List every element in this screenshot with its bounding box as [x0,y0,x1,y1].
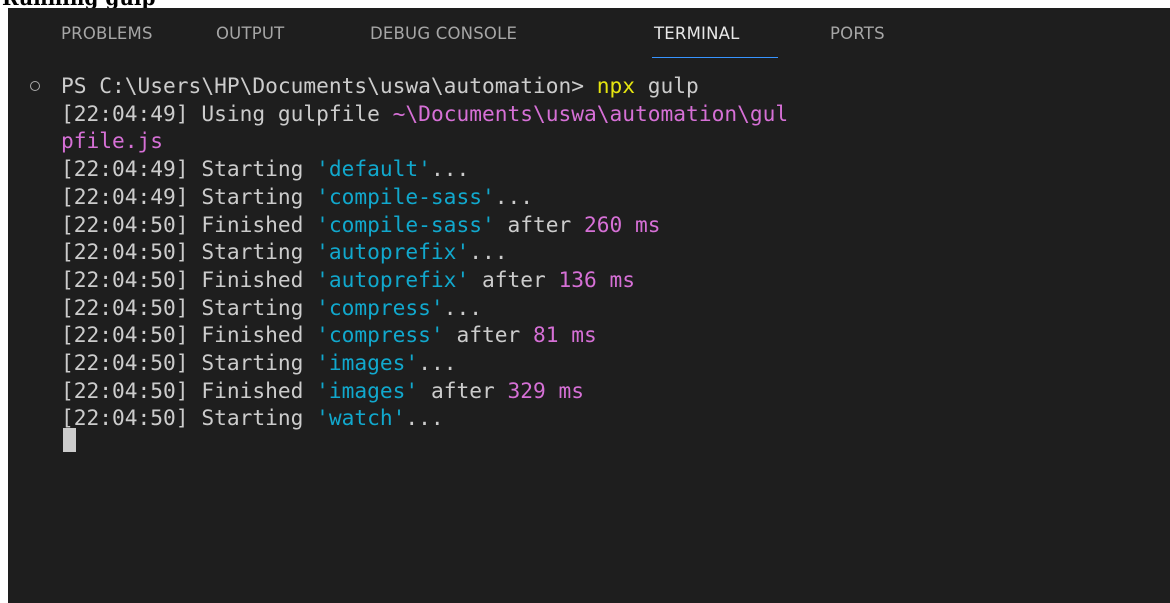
terminal-line: [22:04:50] Starting 'compress'... [61,294,482,322]
line-time: [22:04:50] [61,322,189,348]
line-suffix: ... [494,183,533,209]
line-suffix: ... [443,294,482,320]
line-time: [22:04:50] [61,405,189,431]
line-action: Finished [188,211,317,237]
line-time: [22:04:49] [61,183,189,209]
panel-tabs: PROBLEMS OUTPUT DEBUG CONSOLE TERMINAL P… [8,8,1170,64]
line-task: 'images' [316,377,419,403]
line-suffix: ... [469,239,508,265]
line-action: Finished [188,377,317,403]
line-task: 'autoprefix' [316,266,470,292]
line-suffix: after [418,377,508,403]
terminal-panel: PROBLEMS OUTPUT DEBUG CONSOLE TERMINAL P… [8,8,1170,603]
tab-debug-console[interactable]: DEBUG CONSOLE [370,24,517,43]
line-action: Finished [188,322,317,348]
line-action: Finished [188,266,317,292]
line-task: 'compile-sass' [316,183,495,209]
line-action: Starting [188,183,317,209]
line-action: Using gulpfile [188,100,393,126]
line-task: 'compress' [316,294,444,320]
line-task: 'compress' [316,322,444,348]
line-task: 'compile-sass' [316,211,495,237]
terminal-line: pfile.js [61,127,163,155]
terminal-cursor [63,428,76,452]
terminal-line: [22:04:50] Finished 'autoprefix' after 1… [61,266,635,294]
line-time: [22:04:49] [61,100,189,126]
line-suffix: ... [418,350,457,375]
line-duration: 329 ms [507,377,585,403]
line-duration: 81 ms [532,322,597,348]
line-path: pfile.js [61,128,164,154]
line-suffix: ... [405,405,444,431]
line-time: [22:04:50] [61,350,189,375]
prompt-line: PS C:\Users\HP\Documents\uswa\automation… [61,72,699,100]
terminal-line: [22:04:50] Starting 'images'... [61,349,456,377]
command-text: npx [596,73,636,98]
line-time: [22:04:50] [61,211,189,237]
line-task: 'watch' [316,405,406,431]
terminal-line: [22:04:50] Finished 'images' after 329 m… [61,377,584,405]
line-suffix: after [469,266,559,292]
active-tab-indicator [652,57,778,58]
terminal-line: [22:04:50] Starting 'watch'... [61,404,444,432]
line-suffix: after [443,322,533,348]
line-time: [22:04:50] [61,266,189,292]
line-action: Starting [188,350,317,375]
terminal-line: [22:04:50] Finished 'compress' after 81 … [61,321,597,349]
line-duration: 260 ms [584,211,661,237]
terminal-line: [22:04:50] Starting 'autoprefix'... [61,238,507,266]
line-task: 'autoprefix' [316,239,470,265]
heading-fragment-text: Running gulp [2,0,155,8]
tab-terminal[interactable]: TERMINAL [654,24,740,43]
terminal-line: [22:04:49] Starting 'compile-sass'... [61,183,533,211]
circle-outline-icon [30,81,40,91]
line-action: Starting [188,405,317,431]
line-duration: 136 ms [558,266,636,292]
tab-ports[interactable]: PORTS [830,24,885,43]
terminal-line: [22:04:49] Starting 'default'... [61,155,469,183]
line-time: [22:04:49] [61,156,189,182]
line-path: ~\Documents\uswa\automation\gul [392,100,789,126]
tab-problems[interactable]: PROBLEMS [61,24,153,43]
line-task: 'default' [316,156,431,182]
line-suffix: ... [430,156,470,182]
tab-output[interactable]: OUTPUT [216,24,284,43]
line-action: Starting [188,156,317,182]
line-time: [22:04:50] [61,239,189,265]
document-heading-fragment: Running gulp [0,0,1170,8]
terminal-line: [22:04:49] Using gulpfile ~\Documents\us… [61,100,788,128]
line-action: Starting [188,294,317,320]
terminal-line: [22:04:50] Finished 'compile-sass' after… [61,211,661,239]
line-time: [22:04:50] [61,377,189,403]
line-task: 'images' [316,350,419,375]
prompt-text: PS C:\Users\HP\Documents\uswa\automation… [61,73,597,98]
line-suffix: after [494,211,585,237]
command-args: gulp [635,73,699,98]
line-time: [22:04:50] [61,294,189,320]
line-action: Starting [188,239,317,265]
